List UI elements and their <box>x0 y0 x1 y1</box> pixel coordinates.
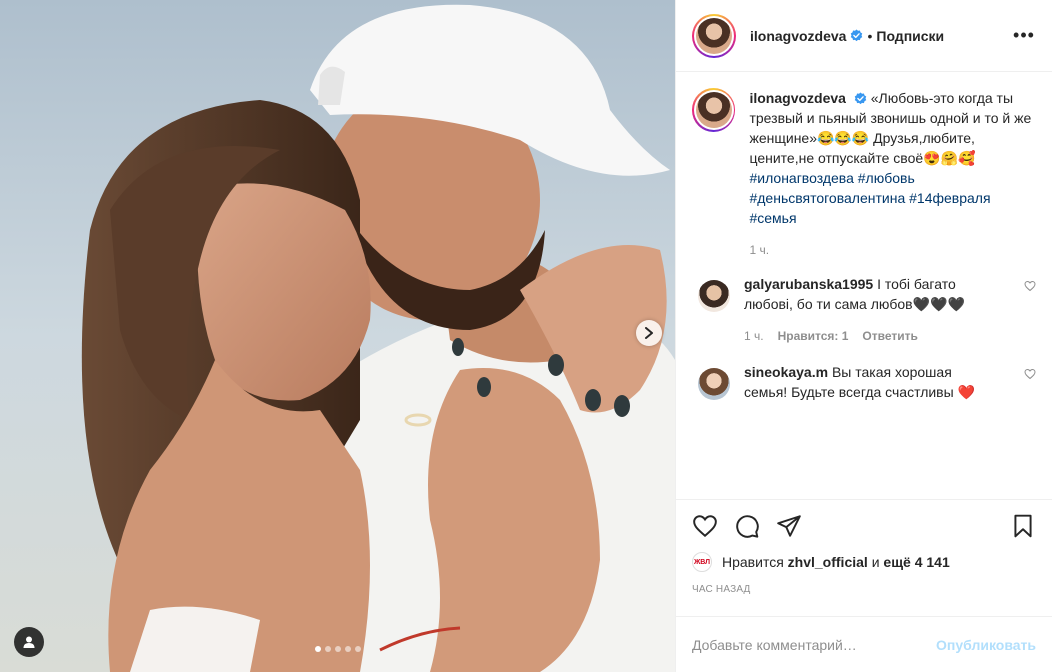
comment-input[interactable]: Добавьте комментарий… <box>692 637 936 653</box>
carousel-next-button[interactable] <box>636 320 662 346</box>
carousel-dot <box>334 646 341 652</box>
comment-time[interactable]: 1 ч. <box>744 326 764 346</box>
verified-icon <box>854 92 867 105</box>
comment-item: galyarubanska1995 І тобі багато любові, … <box>692 274 1036 346</box>
like-heart-icon[interactable] <box>692 513 718 539</box>
carousel-dot <box>314 646 321 652</box>
share-icon[interactable] <box>776 513 802 539</box>
tagged-users-button[interactable] <box>14 627 44 657</box>
author-username[interactable]: ilonagvozdeva <box>750 28 846 44</box>
post-actions-bar <box>676 499 1052 552</box>
heart-icon[interactable] <box>1024 368 1036 380</box>
couple-photo <box>0 0 675 672</box>
hashtag-link[interactable]: #семья <box>749 210 796 226</box>
commenter-username[interactable]: sineokaya.m <box>744 364 828 380</box>
reply-button[interactable]: Ответить <box>862 326 917 346</box>
comment-likes-count[interactable]: Нравится: 1 <box>778 326 849 346</box>
publish-button[interactable]: Опубликовать <box>936 637 1036 653</box>
caption-author-username[interactable]: ilonagvozdeva <box>749 90 845 106</box>
caption-time[interactable]: 1 ч. <box>749 240 769 260</box>
post-header: ilonagvozdeva • Подписки ••• <box>676 0 1052 72</box>
carousel-indicator <box>0 646 675 652</box>
commenter-avatar[interactable] <box>698 280 730 312</box>
liker-username[interactable]: zhvl_official <box>788 554 868 570</box>
author-avatar[interactable] <box>692 13 736 58</box>
liker-avatar[interactable]: ЖВЛ <box>692 552 712 572</box>
likes-count-link[interactable]: ещё 4 141 <box>883 554 949 570</box>
commenter-username[interactable]: galyarubanska1995 <box>744 276 873 292</box>
comment-icon[interactable] <box>734 513 760 539</box>
commenter-avatar[interactable] <box>698 368 730 400</box>
hashtag-link[interactable]: #илонагвоздева <box>749 170 853 186</box>
more-icon: ••• <box>1013 25 1035 45</box>
carousel-dot <box>344 646 351 652</box>
post-timestamp[interactable]: ЧАС НАЗАД <box>676 584 1052 600</box>
bookmark-icon[interactable] <box>1010 513 1036 539</box>
post-dialog: ilonagvozdeva • Подписки ••• ilonagvozde… <box>0 0 1052 672</box>
user-tag-icon <box>23 636 35 648</box>
more-options-button[interactable]: ••• <box>1012 24 1036 48</box>
post-caption: ilonagvozdeva «Любовь-это когда ты трезв… <box>692 88 1036 260</box>
likes-summary: ЖВЛ Нравится zhvl_official и ещё 4 141 <box>692 552 950 572</box>
comments-list: ilonagvozdeva «Любовь-это когда ты трезв… <box>676 72 1052 499</box>
caption-author-avatar[interactable] <box>692 88 736 132</box>
comment-item: sineokaya.m Вы такая хорошая семья! Будь… <box>692 362 1036 402</box>
hashtag-link[interactable]: #14февраля <box>909 190 990 206</box>
post-side-panel: ilonagvozdeva • Подписки ••• ilonagvozde… <box>675 0 1052 672</box>
carousel-dot <box>354 646 361 652</box>
hashtag-link[interactable]: #любовь <box>858 170 915 186</box>
carousel-dot <box>324 646 331 652</box>
hashtag-link[interactable]: #деньсвятоговалентина <box>749 190 905 206</box>
follow-status-button[interactable]: Подписки <box>876 28 944 44</box>
author-avatar-image <box>696 17 732 54</box>
chevron-right-icon <box>645 327 653 339</box>
add-comment-bar: Добавьте комментарий… Опубликовать <box>676 616 1052 672</box>
verified-icon <box>851 29 863 42</box>
heart-icon[interactable] <box>1024 280 1036 292</box>
post-photo[interactable] <box>0 0 675 672</box>
